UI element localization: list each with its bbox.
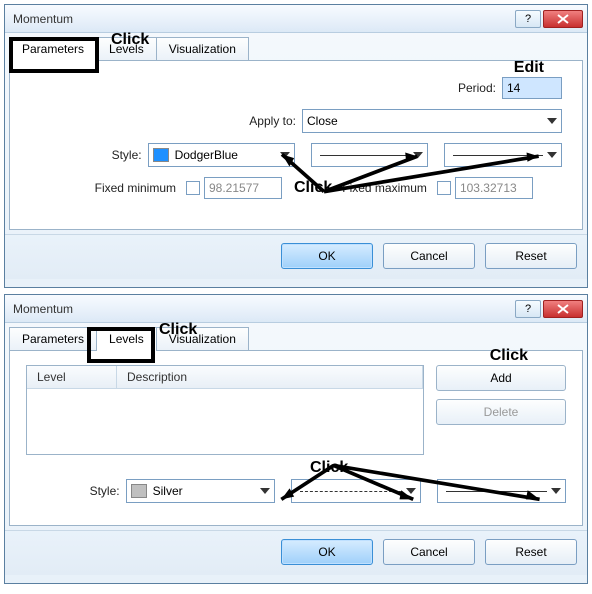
col-level: Level: [27, 366, 117, 388]
chevron-down-icon: [547, 152, 557, 158]
tab-visualization[interactable]: Visualization: [156, 327, 249, 351]
list-header: Level Description: [27, 366, 423, 389]
cancel-button[interactable]: Cancel: [383, 539, 475, 565]
style-line-combo[interactable]: [311, 143, 429, 167]
dialog-levels: Momentum ? Click Parameters Levels Visua…: [4, 294, 588, 584]
style-color-combo[interactable]: Silver: [126, 479, 275, 503]
fixed-min-label: Fixed minimum: [30, 181, 182, 195]
tab-panel-parameters: Edit Period: Apply to: Close Style: Dodg…: [9, 60, 583, 230]
tab-strip: Parameters Levels Visualization: [5, 323, 587, 351]
annotation-click: Click: [490, 347, 528, 365]
button-row: OK Cancel Reset: [5, 234, 587, 279]
delete-button[interactable]: Delete: [436, 399, 566, 425]
dialog-parameters: Momentum ? Click Parameters Levels Visua…: [4, 4, 588, 288]
fixed-max-checkbox[interactable]: [437, 181, 451, 195]
tab-visualization[interactable]: Visualization: [156, 37, 249, 61]
period-label: Period:: [458, 81, 502, 95]
ok-button[interactable]: OK: [281, 539, 373, 565]
tab-panel-levels: Click Level Description Add Delete Click…: [9, 350, 583, 526]
close-button[interactable]: [543, 10, 583, 28]
tab-parameters[interactable]: Parameters: [9, 327, 97, 351]
chevron-down-icon: [260, 488, 270, 494]
apply-label: Apply to:: [249, 114, 302, 128]
line-sample: [446, 491, 548, 492]
color-swatch: [131, 484, 147, 498]
add-button[interactable]: Add: [436, 365, 566, 391]
line-sample: [320, 155, 410, 156]
annotation-click: Click: [310, 459, 348, 477]
line-sample-dashed: [300, 491, 402, 492]
chevron-down-icon: [280, 152, 290, 158]
fixed-max-input[interactable]: [455, 177, 533, 199]
style-line-combo[interactable]: [291, 479, 421, 503]
color-swatch: [153, 148, 169, 162]
close-button[interactable]: [543, 300, 583, 318]
apply-combo[interactable]: Close: [302, 109, 562, 133]
levels-list[interactable]: Level Description: [26, 365, 424, 455]
button-row: OK Cancel Reset: [5, 530, 587, 575]
fixed-min-checkbox[interactable]: [186, 181, 200, 195]
window-title: Momentum: [13, 302, 513, 316]
col-description: Description: [117, 366, 423, 388]
chevron-down-icon: [547, 118, 557, 124]
tab-levels[interactable]: Levels: [96, 37, 157, 61]
reset-button[interactable]: Reset: [485, 539, 577, 565]
style-width-combo[interactable]: [437, 479, 567, 503]
style-label: Style:: [30, 148, 148, 162]
chevron-down-icon: [551, 488, 561, 494]
style-width-combo[interactable]: [444, 143, 562, 167]
titlebar: Momentum ?: [5, 5, 587, 33]
annotation-edit: Edit: [514, 59, 544, 77]
chevron-down-icon: [413, 152, 423, 158]
tab-strip: Parameters Levels Visualization: [5, 33, 587, 61]
annotation-click: Click: [294, 179, 332, 197]
fixed-max-label: Fixed maximum: [342, 181, 433, 195]
titlebar: Momentum ?: [5, 295, 587, 323]
line-sample: [453, 155, 543, 156]
window-title: Momentum: [13, 12, 513, 26]
tab-levels[interactable]: Levels: [96, 327, 157, 351]
help-button[interactable]: ?: [515, 10, 541, 28]
style-color-name: Silver: [153, 484, 183, 498]
style-label: Style:: [26, 484, 126, 498]
ok-button[interactable]: OK: [281, 243, 373, 269]
chevron-down-icon: [406, 488, 416, 494]
apply-value: Close: [307, 114, 338, 128]
period-input[interactable]: [502, 77, 562, 99]
side-buttons: Add Delete: [436, 365, 566, 455]
reset-button[interactable]: Reset: [485, 243, 577, 269]
style-color-combo[interactable]: DodgerBlue: [148, 143, 295, 167]
help-button[interactable]: ?: [515, 300, 541, 318]
cancel-button[interactable]: Cancel: [383, 243, 475, 269]
tab-parameters[interactable]: Parameters: [9, 37, 97, 61]
style-color-name: DodgerBlue: [175, 148, 238, 162]
fixed-min-input[interactable]: [204, 177, 282, 199]
